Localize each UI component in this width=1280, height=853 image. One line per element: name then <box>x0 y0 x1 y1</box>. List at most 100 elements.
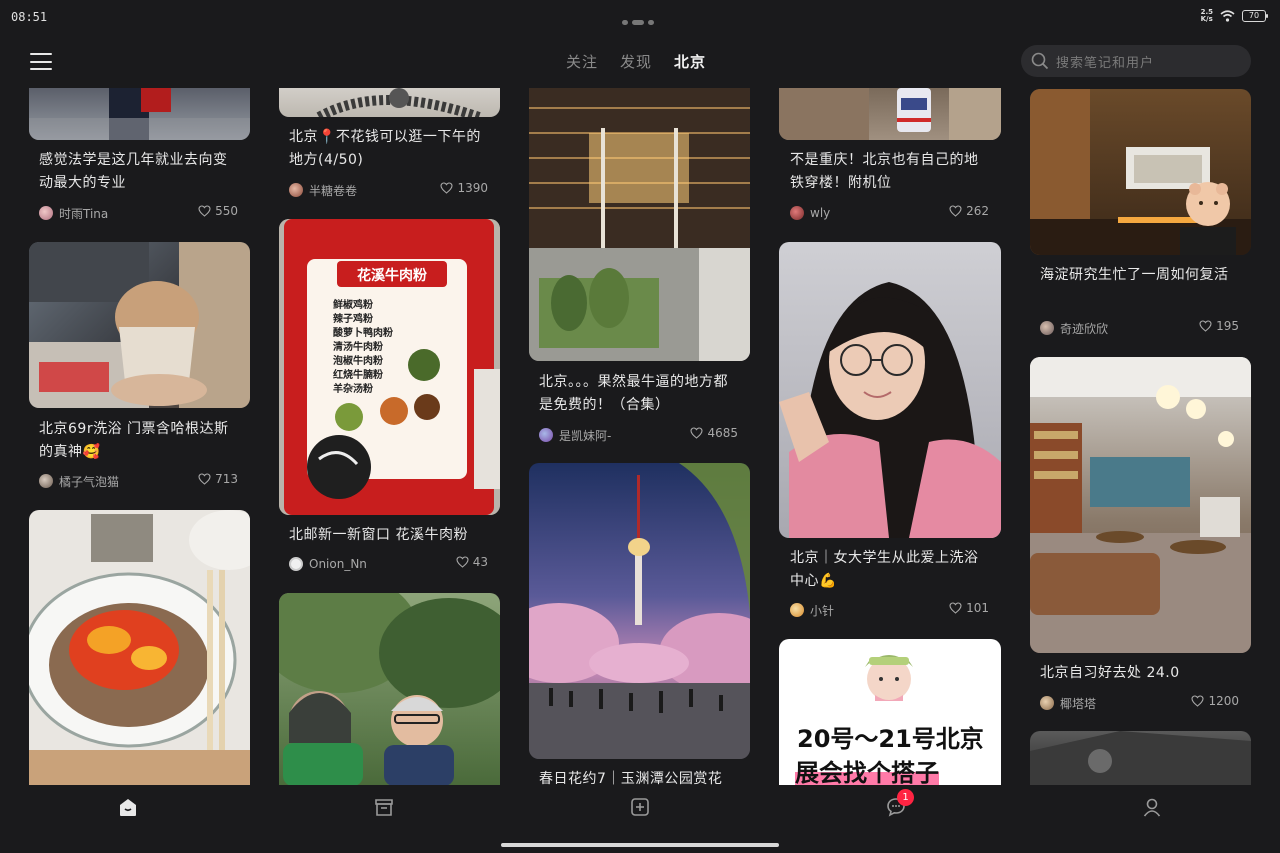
note-meta: Onion_Nn 43 <box>289 555 488 573</box>
note-meta: 奇迹欣欣 195 <box>1040 319 1239 337</box>
note-author[interactable]: 时雨Tina <box>59 205 108 222</box>
menu-item: 辣子鸡粉 <box>333 314 373 325</box>
note-meta: 时雨Tina 550 <box>39 204 238 222</box>
tab-local[interactable]: 北京 <box>674 51 706 72</box>
heart-icon <box>690 427 704 439</box>
avatar[interactable] <box>289 183 303 197</box>
note-title[interactable]: 北京｜女大学生从此爱上洗浴中心💪 <box>790 547 991 593</box>
like-button[interactable]: 195 <box>1199 319 1239 333</box>
note-title[interactable]: 北京自习好去处 24.0 <box>1040 662 1241 685</box>
note-cover-image[interactable] <box>529 88 750 361</box>
note-cover-image[interactable] <box>279 88 500 117</box>
like-button[interactable]: 550 <box>198 204 238 218</box>
note-cover-image[interactable]: 花溪牛肉粉 鲜椒鸡粉 辣子鸡粉 酸萝卜鸭肉粉 清汤牛肉粉 泡椒牛肉粉 红烧牛腩粉… <box>279 219 500 515</box>
note-cover-image[interactable] <box>779 242 1001 538</box>
nav-create[interactable] <box>629 796 651 818</box>
avatar[interactable] <box>289 557 303 571</box>
nav-profile[interactable] <box>1141 796 1163 818</box>
network-speed: 2.5 K/s <box>1200 8 1213 23</box>
menu-item: 酸萝卜鸭肉粉 <box>333 328 393 339</box>
note-cover-image[interactable] <box>1030 89 1251 255</box>
heart-icon <box>198 205 211 217</box>
nav-shop[interactable] <box>373 796 395 818</box>
note-cover-image[interactable] <box>1030 357 1251 653</box>
like-button[interactable]: 713 <box>198 472 238 486</box>
note-author[interactable]: 橘子气泡猫 <box>59 473 119 490</box>
like-button[interactable]: 4685 <box>690 426 738 440</box>
like-count: 195 <box>1216 319 1239 333</box>
avatar[interactable] <box>790 206 804 220</box>
poster-line-2: 展会找个搭子 <box>795 753 939 785</box>
like-count: 4685 <box>707 426 738 440</box>
like-button[interactable]: 101 <box>949 601 989 615</box>
nav-home[interactable] <box>117 796 139 818</box>
poster-line-1: 20号～21号北京 <box>797 725 984 753</box>
note-cover-image[interactable] <box>779 88 1001 140</box>
note-cover-image[interactable] <box>29 510 250 785</box>
note-title[interactable]: 感觉法学是这几年就业去向变动最大的专业 <box>39 149 240 195</box>
avatar[interactable] <box>539 428 553 442</box>
avatar[interactable] <box>1040 321 1054 335</box>
like-count: 101 <box>966 601 989 615</box>
like-button[interactable]: 1390 <box>440 181 488 195</box>
shop-icon <box>375 799 393 816</box>
note-author[interactable]: 半糖卷卷 <box>309 182 357 199</box>
like-count: 713 <box>215 472 238 486</box>
note-cover-image[interactable] <box>529 463 750 759</box>
menu-icon[interactable] <box>30 53 52 70</box>
note-author[interactable]: Onion_Nn <box>309 557 367 571</box>
plus-icon <box>631 798 649 816</box>
search-icon <box>1031 52 1049 70</box>
note-meta: 半糖卷卷 1390 <box>289 181 488 199</box>
note-cover-image[interactable] <box>29 88 250 140</box>
menu-board-title: 花溪牛肉粉 <box>357 268 427 284</box>
like-button[interactable]: 1200 <box>1191 694 1239 708</box>
note-cover-image[interactable] <box>29 242 250 408</box>
heart-icon <box>949 205 962 217</box>
note-author[interactable]: wly <box>810 206 830 220</box>
note-title[interactable]: 北京69r洗浴 门票含哈根达斯的真神🥰 <box>39 418 240 464</box>
note-meta: 椰塔塔 1200 <box>1040 694 1239 712</box>
avatar[interactable] <box>790 603 804 617</box>
note-cover-image[interactable] <box>1030 731 1251 785</box>
battery-icon: 70 <box>1242 10 1268 22</box>
note-title[interactable]: 北邮新一新窗口 花溪牛肉粉 <box>289 524 490 547</box>
note-title[interactable]: 春日花约7｜玉渊潭公园赏花 <box>539 768 740 785</box>
note-author[interactable]: 是凯妹阿- <box>559 427 611 444</box>
menu-item: 羊杂汤粉 <box>333 384 373 395</box>
tab-discover[interactable]: 发现 <box>620 51 652 72</box>
note-title[interactable]: 海淀研究生忙了一周如何复活 <box>1040 264 1241 287</box>
note-title[interactable]: 北京。。。果然最牛逼的地方都是免费的！（合集） <box>539 371 740 417</box>
note-meta: 橘子气泡猫 713 <box>39 472 238 490</box>
wifi-icon <box>1220 10 1235 22</box>
like-count: 1390 <box>457 181 488 195</box>
avatar[interactable] <box>1040 696 1054 710</box>
heart-icon <box>1199 320 1212 332</box>
note-author[interactable]: 椰塔塔 <box>1060 695 1096 712</box>
note-author[interactable]: 奇迹欣欣 <box>1060 320 1108 337</box>
like-count: 1200 <box>1208 694 1239 708</box>
multitask-handle[interactable] <box>622 20 654 25</box>
heart-icon <box>949 602 962 614</box>
top-navigation: 关注 发现 北京 搜索笔记和用户 <box>0 40 1280 84</box>
avatar[interactable] <box>39 474 53 488</box>
note-title[interactable]: 不是重庆！北京也有自己的地铁穿楼！附机位 <box>790 149 991 195</box>
unread-badge: 1 <box>897 789 914 806</box>
note-cover-image[interactable] <box>279 593 500 785</box>
feed-tabs: 关注 发现 北京 <box>566 51 706 72</box>
search-input[interactable]: 搜索笔记和用户 <box>1021 45 1251 77</box>
like-button[interactable]: 43 <box>456 555 488 569</box>
note-meta: 小针 101 <box>790 601 989 619</box>
home-indicator[interactable] <box>501 843 779 847</box>
tab-following[interactable]: 关注 <box>566 51 598 72</box>
note-meta: 是凯妹阿- 4685 <box>539 426 738 444</box>
menu-item: 泡椒牛肉粉 <box>333 356 383 367</box>
notes-feed[interactable]: 感觉法学是这几年就业去向变动最大的专业 时雨Tina 550 北京69r洗浴 门… <box>0 88 1280 785</box>
note-cover-image[interactable]: 20号～21号北京 展会找个搭子 <box>779 639 1001 785</box>
note-title[interactable]: 北京📍不花钱可以逛一下午的地方(4/50) <box>289 126 490 172</box>
like-button[interactable]: 262 <box>949 204 989 218</box>
note-meta: wly 262 <box>790 204 989 222</box>
avatar[interactable] <box>39 206 53 220</box>
nav-messages[interactable]: 1 <box>885 789 914 818</box>
note-author[interactable]: 小针 <box>810 602 834 619</box>
